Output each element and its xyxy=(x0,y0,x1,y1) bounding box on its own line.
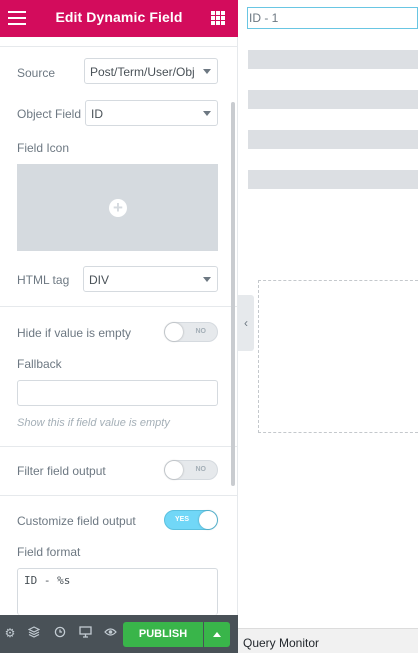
source-select[interactable]: Post/Term/User/Obj xyxy=(84,58,218,84)
fallback-input[interactable] xyxy=(17,380,218,406)
field-format-value: ID - %s xyxy=(24,574,71,587)
history-icon[interactable] xyxy=(53,626,67,640)
toggle-knob xyxy=(165,461,183,479)
collapse-panel-button[interactable]: ‹ xyxy=(238,295,254,351)
query-monitor-bar[interactable]: Query Monitor xyxy=(238,628,418,653)
object-field-label: Object Field xyxy=(17,107,82,121)
toggle-knob xyxy=(199,511,217,529)
html-tag-label: HTML tag xyxy=(17,273,70,287)
placeholder-bar xyxy=(248,170,418,189)
panel-footer: ⚙ PUBLISH xyxy=(0,615,238,653)
chevron-down-icon xyxy=(203,277,211,282)
publish-options-button[interactable] xyxy=(204,622,230,647)
source-select-value: Post/Term/User/Obj xyxy=(90,65,195,79)
html-tag-select[interactable]: DIV xyxy=(83,266,218,292)
publish-button[interactable]: PUBLISH xyxy=(123,622,203,647)
object-field-select[interactable]: ID xyxy=(85,100,218,126)
empty-drop-area[interactable] xyxy=(258,280,418,433)
hide-if-empty-toggle[interactable]: NO xyxy=(164,322,218,342)
object-field-select-value: ID xyxy=(91,107,103,121)
toggle-state: YES xyxy=(175,516,190,523)
divider xyxy=(0,306,238,307)
source-label: Source xyxy=(17,66,56,80)
toggle-knob xyxy=(165,323,183,341)
editor-panel: Edit Dynamic Field Source Post/Term/User… xyxy=(0,0,238,653)
field-icon-picker[interactable]: + xyxy=(17,164,218,251)
customize-output-label: Customize field output xyxy=(17,514,136,528)
panel-header: Edit Dynamic Field xyxy=(0,0,238,37)
fallback-label: Fallback xyxy=(17,357,62,371)
settings-gear-icon[interactable]: ⚙ xyxy=(3,626,17,640)
placeholder-bar xyxy=(248,50,418,69)
toggle-state: NO xyxy=(195,328,207,335)
field-icon-label: Field Icon xyxy=(17,141,70,155)
layers-icon[interactable] xyxy=(27,626,41,640)
responsive-desktop-icon[interactable] xyxy=(78,626,92,640)
fallback-hint: Show this if field value is empty xyxy=(17,417,170,429)
filter-output-toggle[interactable]: NO xyxy=(164,460,218,480)
divider xyxy=(0,495,238,496)
chevron-left-icon: ‹ xyxy=(244,316,248,330)
chevron-down-icon xyxy=(203,69,211,74)
toggle-state: NO xyxy=(195,466,207,473)
customize-output-toggle[interactable]: YES xyxy=(164,510,218,530)
plus-icon[interactable]: + xyxy=(109,199,127,217)
hide-if-empty-label: Hide if value is empty xyxy=(17,326,132,340)
widgets-grid-icon[interactable] xyxy=(211,11,225,25)
panel-title: Edit Dynamic Field xyxy=(55,9,183,25)
placeholder-bar xyxy=(248,130,418,149)
html-tag-select-value: DIV xyxy=(89,273,110,287)
filter-output-label: Filter field output xyxy=(17,464,106,478)
field-format-label: Field format xyxy=(17,545,81,559)
divider xyxy=(0,46,238,47)
field-format-textarea[interactable]: ID - %s xyxy=(17,568,218,615)
divider xyxy=(0,446,238,447)
placeholder-bar xyxy=(248,90,418,109)
preview-dynamic-field[interactable]: ID - 1 xyxy=(247,7,418,29)
preview-eye-icon[interactable] xyxy=(103,626,117,640)
chevron-up-icon xyxy=(213,632,221,637)
panel-scrollbar[interactable] xyxy=(231,102,235,486)
chevron-down-icon xyxy=(203,111,211,116)
